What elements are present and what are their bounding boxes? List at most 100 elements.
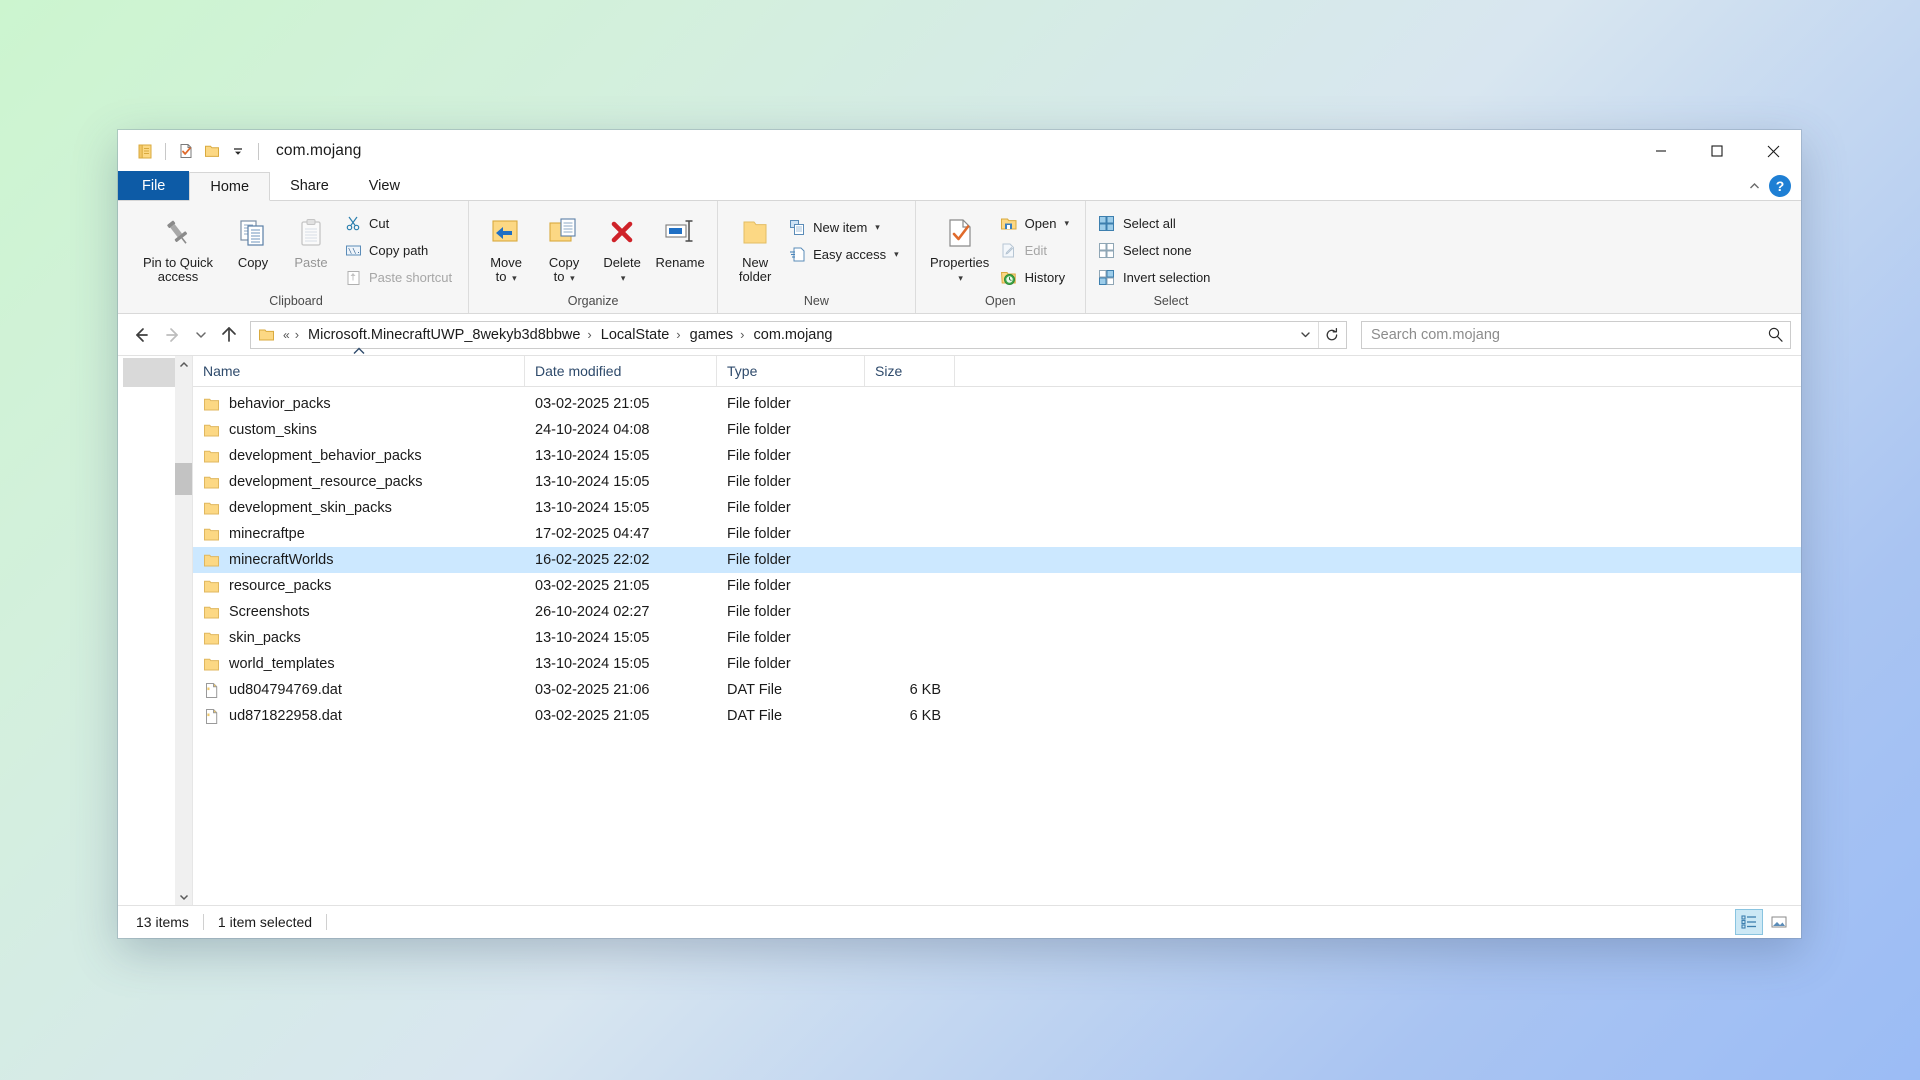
table-row[interactable]: development_skin_packs13-10-2024 15:05Fi… <box>193 495 1801 521</box>
nav-scroll-up-icon[interactable] <box>175 356 192 373</box>
table-row[interactable]: behavior_packs03-02-2025 21:05File folde… <box>193 391 1801 417</box>
back-button[interactable] <box>126 320 156 350</box>
explorer-body: Name Date modified Type Size behavior_pa… <box>118 356 1801 905</box>
paste-icon <box>294 213 328 253</box>
edit-button[interactable]: Edit <box>996 237 1077 264</box>
column-header-size[interactable]: Size <box>865 356 955 386</box>
column-header-name[interactable]: Name <box>193 356 525 386</box>
nav-scroll-thumb[interactable] <box>175 463 192 495</box>
tab-file[interactable]: File <box>118 171 189 200</box>
collapse-ribbon-icon[interactable] <box>1743 175 1765 197</box>
checklist-icon[interactable] <box>173 137 199 165</box>
table-row[interactable]: world_templates13-10-2024 15:05File fold… <box>193 651 1801 677</box>
file-name-label: behavior_packs <box>229 396 331 412</box>
details-view-button[interactable] <box>1735 909 1763 935</box>
copy-to-button[interactable]: Copyto ▾ <box>535 208 593 285</box>
easy-access-button[interactable]: Easy access ▾ <box>784 241 907 268</box>
select-all-label: Select all <box>1123 216 1176 231</box>
file-date-cell: 13-10-2024 15:05 <box>525 474 717 490</box>
forward-button[interactable] <box>158 320 188 350</box>
ribbon-group-open: Properties▾ Open ▾ <box>916 201 1086 313</box>
breadcrumb-chevron-1[interactable]: › <box>586 327 594 342</box>
up-button[interactable] <box>214 320 244 350</box>
column-header-type[interactable]: Type <box>717 356 865 386</box>
table-row[interactable]: Screenshots26-10-2024 02:27File folder <box>193 599 1801 625</box>
table-row[interactable]: skin_packs13-10-2024 15:05File folder <box>193 625 1801 651</box>
close-button[interactable] <box>1745 130 1801 172</box>
table-row[interactable]: resource_packs03-02-2025 21:05File folde… <box>193 573 1801 599</box>
breadcrumb-chevron-3[interactable]: › <box>739 327 747 342</box>
navigation-pane[interactable] <box>118 356 193 905</box>
delete-button[interactable]: Delete▾ <box>593 208 651 285</box>
file-date-cell: 17-02-2025 04:47 <box>525 526 717 542</box>
new-folder-icon[interactable] <box>199 137 225 165</box>
pin-to-quick-access-button[interactable]: Pin to Quickaccess <box>132 208 224 284</box>
column-header-type-label: Type <box>727 363 757 379</box>
tab-view[interactable]: View <box>349 171 420 200</box>
new-folder-button[interactable]: Newfolder <box>726 208 784 284</box>
tab-share[interactable]: Share <box>270 171 349 200</box>
move-to-button[interactable]: Moveto ▾ <box>477 208 535 285</box>
ribbon: Pin to Quickaccess Copy <box>118 201 1801 314</box>
breadcrumb-chevron-2[interactable]: › <box>675 327 683 342</box>
ribbon-group-select: Select all Select none <box>1086 201 1256 313</box>
column-header-date-modified[interactable]: Date modified <box>525 356 717 386</box>
history-button[interactable]: History <box>996 264 1077 291</box>
paste-label: Paste <box>294 256 327 270</box>
maximize-button[interactable] <box>1689 130 1745 172</box>
navigation-pane-scrollbar[interactable] <box>175 356 192 905</box>
thumbnail-view-button[interactable] <box>1765 909 1793 935</box>
cut-button[interactable]: Cut <box>340 210 460 237</box>
open-button[interactable]: Open ▾ <box>996 210 1077 237</box>
copy-button[interactable]: Copy <box>224 208 282 270</box>
minimize-button[interactable] <box>1633 130 1689 172</box>
paste-shortcut-icon <box>343 268 363 288</box>
breadcrumb-item-2[interactable]: games <box>686 325 738 345</box>
folder-properties-icon[interactable] <box>132 137 158 165</box>
table-row[interactable]: custom_skins24-10-2024 04:08File folder <box>193 417 1801 443</box>
search-box[interactable] <box>1361 321 1791 349</box>
tab-home[interactable]: Home <box>189 172 270 201</box>
file-list[interactable]: behavior_packs03-02-2025 21:05File folde… <box>193 387 1801 905</box>
rename-button[interactable]: Rename <box>651 208 709 270</box>
invert-selection-button[interactable]: Invert selection <box>1094 264 1218 291</box>
table-row[interactable]: minecraftWorlds16-02-2025 22:02File fold… <box>193 547 1801 573</box>
new-item-button[interactable]: New item ▾ <box>784 214 907 241</box>
nav-scroll-down-icon[interactable] <box>175 888 192 905</box>
ribbon-group-new-label: New <box>718 294 915 313</box>
select-all-button[interactable]: Select all <box>1094 210 1218 237</box>
breadcrumb-overflow[interactable]: « <box>281 328 292 342</box>
table-row[interactable]: ud871822958.dat03-02-2025 21:05DAT File6… <box>193 703 1801 729</box>
table-row[interactable]: minecraftpe17-02-2025 04:47File folder <box>193 521 1801 547</box>
breadcrumb-item-3[interactable]: com.mojang <box>750 325 837 345</box>
help-button[interactable]: ? <box>1769 175 1791 197</box>
address-bar[interactable]: « › Microsoft.MinecraftUWP_8wekyb3d8bbwe… <box>250 321 1347 349</box>
customize-qat-dropdown-icon[interactable] <box>225 137 251 165</box>
address-dropdown-icon[interactable] <box>1294 322 1316 348</box>
new-folder-icon <box>738 213 772 253</box>
column-header-name-label: Name <box>203 363 240 379</box>
table-row[interactable]: development_resource_packs13-10-2024 15:… <box>193 469 1801 495</box>
select-none-button[interactable]: Select none <box>1094 237 1218 264</box>
ribbon-tab-actions: ? <box>1743 175 1801 200</box>
rename-icon <box>661 213 699 253</box>
paste-shortcut-button[interactable]: Paste shortcut <box>340 264 460 291</box>
copy-to-label: Copyto ▾ <box>549 256 579 285</box>
properties-button[interactable]: Properties▾ <box>924 208 996 285</box>
file-date-cell: 13-10-2024 15:05 <box>525 630 717 646</box>
copy-path-button[interactable]: \\.. Copy path <box>340 237 460 264</box>
recent-locations-button[interactable] <box>190 320 212 350</box>
breadcrumb-item-1[interactable]: LocalState <box>597 325 674 345</box>
breadcrumb-item-0[interactable]: Microsoft.MinecraftUWP_8wekyb3d8bbwe <box>304 325 584 345</box>
folder-icon <box>203 656 220 673</box>
table-row[interactable]: ud804794769.dat03-02-2025 21:06DAT File6… <box>193 677 1801 703</box>
search-input[interactable] <box>1371 327 1767 343</box>
refresh-icon[interactable] <box>1318 322 1344 348</box>
quick-access-toolbar: com.mojang <box>118 130 361 172</box>
breadcrumb-chevron-0: › <box>294 327 302 342</box>
file-date-cell: 13-10-2024 15:05 <box>525 656 717 672</box>
table-row[interactable]: development_behavior_packs13-10-2024 15:… <box>193 443 1801 469</box>
folder-icon <box>203 448 220 465</box>
search-icon[interactable] <box>1767 326 1784 343</box>
paste-button[interactable]: Paste <box>282 208 340 270</box>
